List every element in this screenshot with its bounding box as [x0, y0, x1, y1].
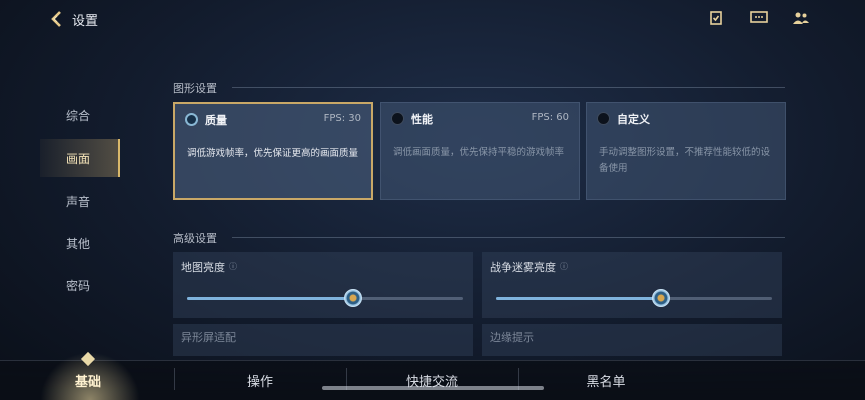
fog-brightness-slider-fill — [496, 297, 661, 300]
tab-quick-chat[interactable]: 快捷交流 — [362, 360, 502, 400]
preset-description: 调低画面质量，优先保持平稳的游戏帧率 — [393, 147, 565, 158]
radio-icon — [185, 113, 198, 126]
preset-name: 质量 — [205, 114, 227, 127]
back-arrow-icon — [51, 11, 61, 27]
edge-hint-label: 边缘提示 — [490, 331, 534, 344]
top-bar — [0, 0, 865, 40]
section-divider — [232, 87, 785, 88]
sidebar-item-other[interactable]: 其他 — [40, 224, 120, 262]
back-button[interactable]: 设置 — [48, 8, 108, 30]
tab-blacklist[interactable]: 黑名单 — [536, 360, 676, 400]
fog-brightness-text: 战争迷雾亮度 — [490, 261, 556, 274]
sidebar-item-label: 声音 — [66, 194, 91, 209]
map-brightness-slider-fill — [187, 297, 353, 300]
info-icon[interactable]: ⓘ — [229, 262, 239, 272]
preset-name: 性能 — [411, 113, 433, 126]
radio-icon — [391, 112, 404, 125]
map-brightness-text: 地图亮度 — [181, 261, 225, 274]
fog-brightness-slider-handle[interactable] — [652, 289, 670, 307]
preset-card-performance[interactable]: 性能 FPS: 60 调低画面质量，优先保持平稳的游戏帧率 — [380, 102, 580, 200]
sidebar-item-label: 密码 — [66, 278, 91, 293]
graphics-section-title: 图形设置 — [173, 82, 217, 95]
tab-label: 基础 — [74, 374, 101, 390]
tab-controls[interactable]: 操作 — [190, 360, 330, 400]
map-brightness-label: 地图亮度 ⓘ — [181, 259, 239, 275]
sidebar-item-sound[interactable]: 声音 — [40, 182, 120, 220]
friends-icon[interactable] — [791, 9, 811, 27]
info-icon[interactable]: ⓘ — [560, 262, 570, 272]
preset-description: 手动调整图形设置，不推荐性能较低的设备使用 — [599, 147, 771, 174]
chat-icon[interactable] — [749, 9, 769, 27]
tab-label: 黑名单 — [586, 374, 626, 390]
preset-fps: FPS: 30 — [323, 113, 361, 124]
sidebar-item-password[interactable]: 密码 — [40, 266, 120, 304]
tab-label: 操作 — [246, 374, 273, 390]
sidebar-item-label: 画面 — [66, 151, 91, 166]
advanced-section-title: 高级设置 — [173, 232, 217, 245]
sidebar-item-label: 其他 — [66, 236, 91, 251]
preset-description: 调低游戏帧率，优先保证更高的画面质量 — [187, 148, 359, 159]
preset-fps: FPS: 60 — [531, 112, 569, 123]
sidebar-item-graphics[interactable]: 画面 — [40, 139, 120, 177]
tab-basic[interactable]: 基础 — [18, 360, 158, 400]
preset-card-quality[interactable]: 质量 FPS: 30 调低游戏帧率，优先保证更高的画面质量 — [173, 102, 373, 200]
tab-divider — [174, 368, 175, 390]
notch-adapt-label: 异形屏适配 — [181, 331, 236, 344]
sidebar-item-general[interactable]: 综合 — [40, 96, 120, 134]
map-brightness-slider-handle[interactable] — [344, 289, 362, 307]
clipboard-check-icon[interactable] — [706, 9, 726, 27]
section-divider — [232, 237, 785, 238]
fog-brightness-label: 战争迷雾亮度 ⓘ — [490, 259, 570, 275]
page-title: 设置 — [72, 13, 99, 29]
preset-name: 自定义 — [617, 113, 650, 126]
home-indicator[interactable] — [322, 386, 544, 390]
sidebar-item-label: 综合 — [66, 108, 91, 123]
radio-icon — [597, 112, 610, 125]
preset-card-custom[interactable]: 自定义 手动调整图形设置，不推荐性能较低的设备使用 — [586, 102, 786, 200]
